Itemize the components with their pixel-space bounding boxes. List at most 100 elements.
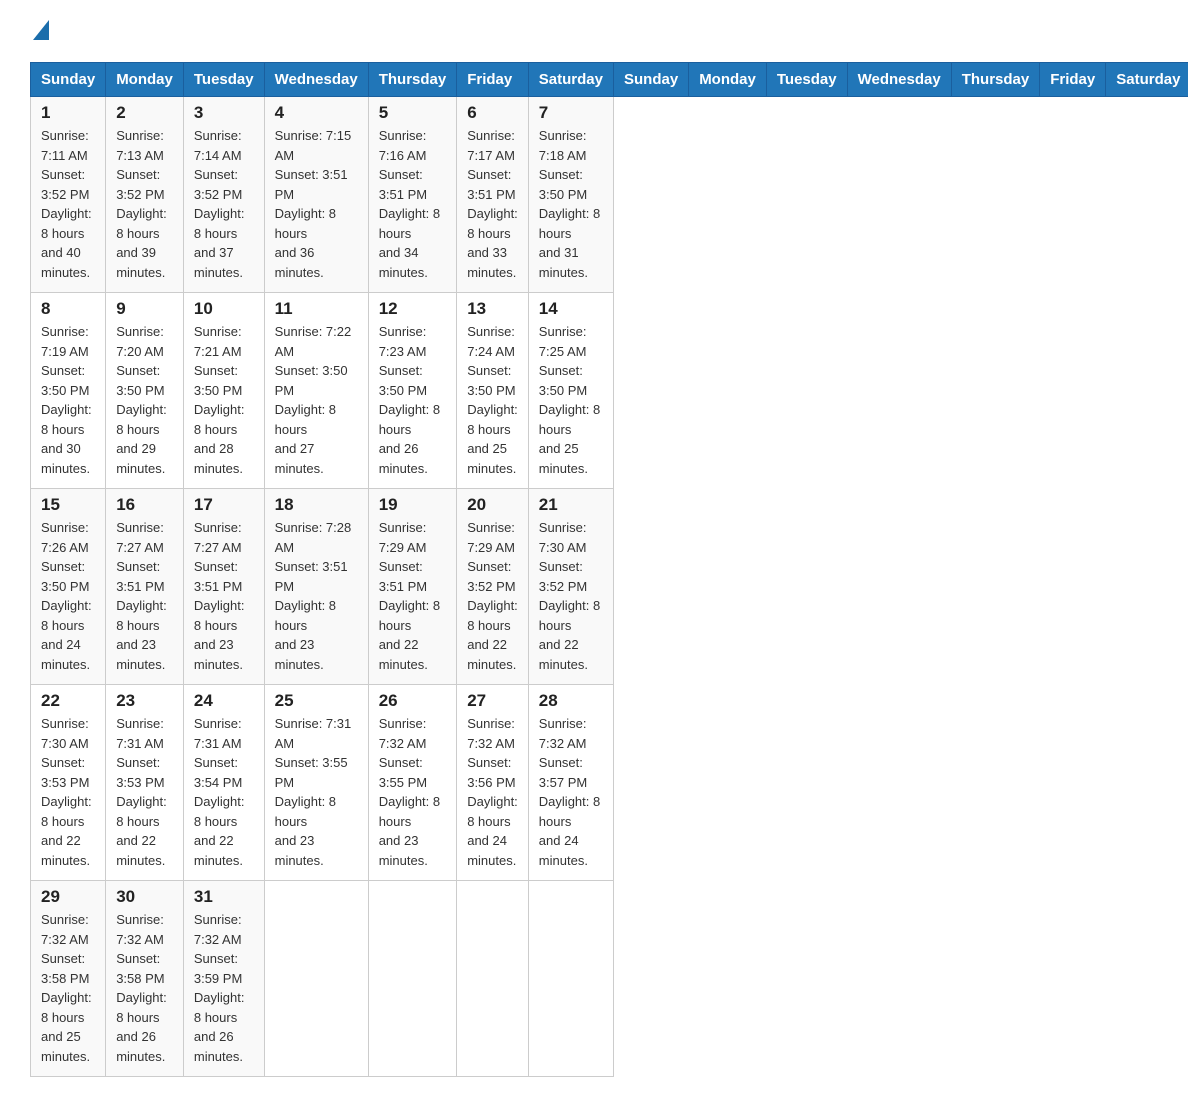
calendar-cell: 8 Sunrise: 7:19 AMSunset: 3:50 PMDaylight…	[31, 293, 106, 489]
calendar-cell: 28 Sunrise: 7:32 AMSunset: 3:57 PMDayligh…	[528, 685, 613, 881]
calendar-cell: 5Sunrise: 7:16 AMSunset: 3:51 PMDaylight…	[368, 97, 457, 293]
calendar-cell	[264, 881, 368, 1077]
day-number: 22	[41, 691, 95, 711]
header-thursday: Thursday	[368, 63, 457, 97]
day-info: Sunrise: 7:32 AMSunset: 3:58 PMDaylight:…	[41, 910, 95, 1066]
day-info: Sunrise: 7:29 AMSunset: 3:51 PMDaylight:…	[379, 518, 447, 674]
weekday-header-tuesday: Tuesday	[766, 63, 847, 97]
day-number: 18	[275, 495, 358, 515]
day-number: 17	[194, 495, 254, 515]
day-number: 24	[194, 691, 254, 711]
day-info: Sunrise: 7:21 AMSunset: 3:50 PMDaylight:…	[194, 322, 254, 478]
day-number: 27	[467, 691, 518, 711]
day-info: Sunrise: 7:22 AMSunset: 3:50 PMDaylight:…	[275, 322, 358, 478]
day-info: Sunrise: 7:30 AMSunset: 3:52 PMDaylight:…	[539, 518, 603, 674]
weekday-header-monday: Monday	[689, 63, 767, 97]
day-info: Sunrise: 7:13 AMSunset: 3:52 PMDaylight:…	[116, 126, 173, 282]
day-number: 31	[194, 887, 254, 907]
day-number: 25	[275, 691, 358, 711]
header-wednesday: Wednesday	[264, 63, 368, 97]
calendar-cell: 12Sunrise: 7:23 AMSunset: 3:50 PMDayligh…	[368, 293, 457, 489]
calendar-cell: 2 Sunrise: 7:13 AMSunset: 3:52 PMDaylight…	[106, 97, 184, 293]
day-info: Sunrise: 7:24 AMSunset: 3:50 PMDaylight:…	[467, 322, 518, 478]
day-number: 20	[467, 495, 518, 515]
calendar-cell: 21 Sunrise: 7:30 AMSunset: 3:52 PMDayligh…	[528, 489, 613, 685]
day-info: Sunrise: 7:32 AMSunset: 3:57 PMDaylight:…	[539, 714, 603, 870]
calendar-cell: 3Sunrise: 7:14 AMSunset: 3:52 PMDaylight…	[183, 97, 264, 293]
day-info: Sunrise: 7:25 AMSunset: 3:50 PMDaylight:…	[539, 322, 603, 478]
day-info: Sunrise: 7:32 AMSunset: 3:55 PMDaylight:…	[379, 714, 447, 870]
calendar-cell: 9Sunrise: 7:20 AMSunset: 3:50 PMDaylight…	[106, 293, 184, 489]
day-info: Sunrise: 7:32 AMSunset: 3:56 PMDaylight:…	[467, 714, 518, 870]
calendar-week-row: 15Sunrise: 7:26 AMSunset: 3:50 PMDayligh…	[31, 489, 1188, 685]
calendar-cell: 31Sunrise: 7:32 AMSunset: 3:59 PMDayligh…	[183, 881, 264, 1077]
day-info: Sunrise: 7:32 AMSunset: 3:58 PMDaylight:…	[116, 910, 173, 1066]
calendar-cell: 20Sunrise: 7:29 AMSunset: 3:52 PMDayligh…	[457, 489, 529, 685]
day-info: Sunrise: 7:31 AMSunset: 3:53 PMDaylight:…	[116, 714, 173, 870]
calendar-cell: 24 Sunrise: 7:31 AMSunset: 3:54 PMDayligh…	[183, 685, 264, 881]
day-number: 9	[116, 299, 173, 319]
day-number: 21	[539, 495, 603, 515]
calendar-cell: 27 Sunrise: 7:32 AMSunset: 3:56 PMDayligh…	[457, 685, 529, 881]
calendar-cell: 10 Sunrise: 7:21 AMSunset: 3:50 PMDayligh…	[183, 293, 264, 489]
day-number: 23	[116, 691, 173, 711]
calendar-cell: 13Sunrise: 7:24 AMSunset: 3:50 PMDayligh…	[457, 293, 529, 489]
calendar-cell: 19 Sunrise: 7:29 AMSunset: 3:51 PMDayligh…	[368, 489, 457, 685]
weekday-header-saturday: Saturday	[1106, 63, 1188, 97]
day-number: 12	[379, 299, 447, 319]
day-info: Sunrise: 7:19 AMSunset: 3:50 PMDaylight:…	[41, 322, 95, 478]
day-info: Sunrise: 7:15 AMSunset: 3:51 PMDaylight:…	[275, 126, 358, 282]
day-info: Sunrise: 7:28 AMSunset: 3:51 PMDaylight:…	[275, 518, 358, 674]
page-header	[30, 20, 1158, 42]
day-number: 1	[41, 103, 95, 123]
day-info: Sunrise: 7:27 AMSunset: 3:51 PMDaylight:…	[194, 518, 254, 674]
day-number: 6	[467, 103, 518, 123]
calendar-week-row: 29 Sunrise: 7:32 AMSunset: 3:58 PMDayligh…	[31, 881, 1188, 1077]
day-number: 29	[41, 887, 95, 907]
day-number: 28	[539, 691, 603, 711]
day-number: 19	[379, 495, 447, 515]
calendar-header-row: SundayMondayTuesdayWednesdayThursdayFrid…	[31, 63, 1188, 97]
weekday-header-thursday: Thursday	[951, 63, 1040, 97]
calendar-cell: 30 Sunrise: 7:32 AMSunset: 3:58 PMDayligh…	[106, 881, 184, 1077]
day-number: 10	[194, 299, 254, 319]
calendar-cell	[528, 881, 613, 1077]
day-info: Sunrise: 7:31 AMSunset: 3:55 PMDaylight:…	[275, 714, 358, 870]
weekday-header-friday: Friday	[1040, 63, 1106, 97]
day-number: 3	[194, 103, 254, 123]
calendar-table: SundayMondayTuesdayWednesdayThursdayFrid…	[30, 62, 1188, 1077]
calendar-cell: 29 Sunrise: 7:32 AMSunset: 3:58 PMDayligh…	[31, 881, 106, 1077]
header-saturday: Saturday	[528, 63, 613, 97]
calendar-cell: 15Sunrise: 7:26 AMSunset: 3:50 PMDayligh…	[31, 489, 106, 685]
day-number: 14	[539, 299, 603, 319]
calendar-cell: 4Sunrise: 7:15 AMSunset: 3:51 PMDaylight…	[264, 97, 368, 293]
day-info: Sunrise: 7:17 AMSunset: 3:51 PMDaylight:…	[467, 126, 518, 282]
day-info: Sunrise: 7:18 AMSunset: 3:50 PMDaylight:…	[539, 126, 603, 282]
calendar-cell: 14 Sunrise: 7:25 AMSunset: 3:50 PMDayligh…	[528, 293, 613, 489]
calendar-cell: 11 Sunrise: 7:22 AMSunset: 3:50 PMDayligh…	[264, 293, 368, 489]
day-info: Sunrise: 7:26 AMSunset: 3:50 PMDaylight:…	[41, 518, 95, 674]
logo	[30, 20, 49, 42]
day-info: Sunrise: 7:16 AMSunset: 3:51 PMDaylight:…	[379, 126, 447, 282]
day-info: Sunrise: 7:31 AMSunset: 3:54 PMDaylight:…	[194, 714, 254, 870]
calendar-cell: 25 Sunrise: 7:31 AMSunset: 3:55 PMDayligh…	[264, 685, 368, 881]
header-monday: Monday	[106, 63, 184, 97]
calendar-cell: 7 Sunrise: 7:18 AMSunset: 3:50 PMDaylight…	[528, 97, 613, 293]
day-number: 30	[116, 887, 173, 907]
day-number: 2	[116, 103, 173, 123]
day-number: 26	[379, 691, 447, 711]
day-info: Sunrise: 7:27 AMSunset: 3:51 PMDaylight:…	[116, 518, 173, 674]
calendar-cell	[368, 881, 457, 1077]
day-info: Sunrise: 7:30 AMSunset: 3:53 PMDaylight:…	[41, 714, 95, 870]
weekday-header-wednesday: Wednesday	[847, 63, 951, 97]
header-tuesday: Tuesday	[183, 63, 264, 97]
day-info: Sunrise: 7:11 AMSunset: 3:52 PMDaylight:…	[41, 126, 95, 282]
day-number: 7	[539, 103, 603, 123]
day-number: 8	[41, 299, 95, 319]
header-sunday: Sunday	[31, 63, 106, 97]
calendar-cell: 23 Sunrise: 7:31 AMSunset: 3:53 PMDayligh…	[106, 685, 184, 881]
logo-arrow-icon	[33, 20, 49, 40]
day-number: 11	[275, 299, 358, 319]
calendar-cell: 17 Sunrise: 7:27 AMSunset: 3:51 PMDayligh…	[183, 489, 264, 685]
calendar-cell: 6 Sunrise: 7:17 AMSunset: 3:51 PMDaylight…	[457, 97, 529, 293]
